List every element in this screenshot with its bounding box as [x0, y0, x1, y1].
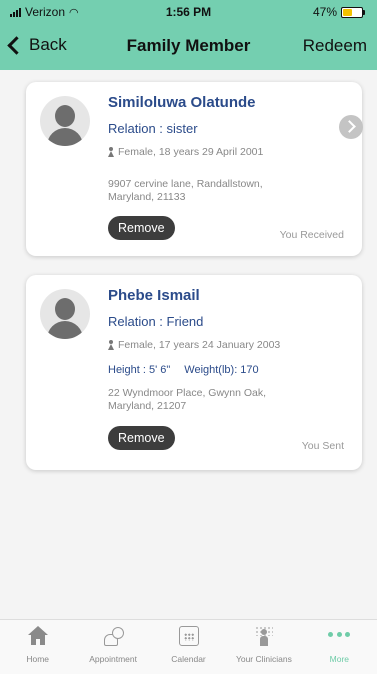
member-height: Height : 5' 6" [108, 364, 171, 376]
member-details-text: Female, 18 years 29 April 2001 [118, 146, 264, 158]
tab-label: Home [26, 654, 50, 664]
address-line-1: 9907 cervine lane, Randallstown, [108, 178, 263, 190]
tab-label: Calendar [171, 654, 206, 664]
member-details: Female, 17 years 24 January 2003 [108, 339, 280, 351]
battery-percent: 47% [312, 5, 337, 19]
tab-your-clinicians[interactable]: Your Clinicians [226, 620, 301, 674]
tab-label: More [329, 654, 350, 664]
member-relation: Relation : sister [108, 121, 198, 136]
female-icon [108, 340, 114, 350]
tab-appointment[interactable]: Appointment [75, 620, 150, 674]
member-details-text: Female, 17 years 24 January 2003 [118, 339, 281, 351]
family-member-card[interactable]: Phebe Ismail Relation : Friend Female, 1… [26, 275, 362, 470]
clinicians-icon [254, 626, 274, 648]
address-line-2: Maryland, 21133 [108, 191, 186, 203]
remove-button[interactable]: Remove [108, 216, 175, 240]
female-icon [108, 147, 114, 157]
home-icon [27, 626, 48, 646]
member-status: You Sent [301, 440, 344, 452]
redeem-button[interactable]: Redeem [303, 36, 367, 56]
avatar [40, 96, 90, 146]
appointment-icon [102, 626, 125, 646]
member-details: Female, 18 years 29 April 2001 [108, 146, 263, 158]
member-weight: Weight(lb): 170 [184, 364, 259, 376]
more-icon [328, 632, 351, 638]
member-name: Phebe Ismail [108, 287, 200, 304]
battery-icon [341, 6, 365, 18]
member-name: Similoluwa Olatunde [108, 94, 256, 111]
address-line-1: 22 Wyndmoor Place, Gwynn Oak, [108, 387, 267, 399]
member-measurements: Height : 5' 6" Weight(lb): 170 [108, 364, 259, 376]
chevron-right-icon[interactable] [339, 115, 363, 139]
tab-bar: Home Appointment Calendar Your Clinician… [0, 619, 377, 674]
calendar-icon [178, 626, 199, 646]
avatar [40, 289, 90, 339]
tab-more[interactable]: More [302, 620, 377, 674]
tab-label: Your Clinicians [235, 654, 292, 664]
nav-bar: Back Family Member Redeem [0, 28, 377, 68]
tab-home[interactable]: Home [0, 620, 75, 674]
member-status: You Received [279, 229, 344, 241]
tab-label: Appointment [89, 654, 137, 664]
member-relation: Relation : Friend [108, 314, 204, 329]
header: Verizon ◠ 1:56 PM 47% Back Family Member… [0, 0, 377, 70]
tab-calendar[interactable]: Calendar [151, 620, 226, 674]
address-line-2: Maryland, 21207 [108, 400, 187, 412]
status-bar: Verizon ◠ 1:56 PM 47% [0, 0, 377, 22]
remove-button[interactable]: Remove [108, 426, 175, 450]
family-member-card[interactable]: Similoluwa Olatunde Relation : sister Fe… [26, 82, 362, 256]
member-address: 9907 cervine lane, Randallstown, Marylan… [108, 178, 328, 204]
member-address: 22 Wyndmoor Place, Gwynn Oak, Maryland, … [108, 387, 328, 413]
